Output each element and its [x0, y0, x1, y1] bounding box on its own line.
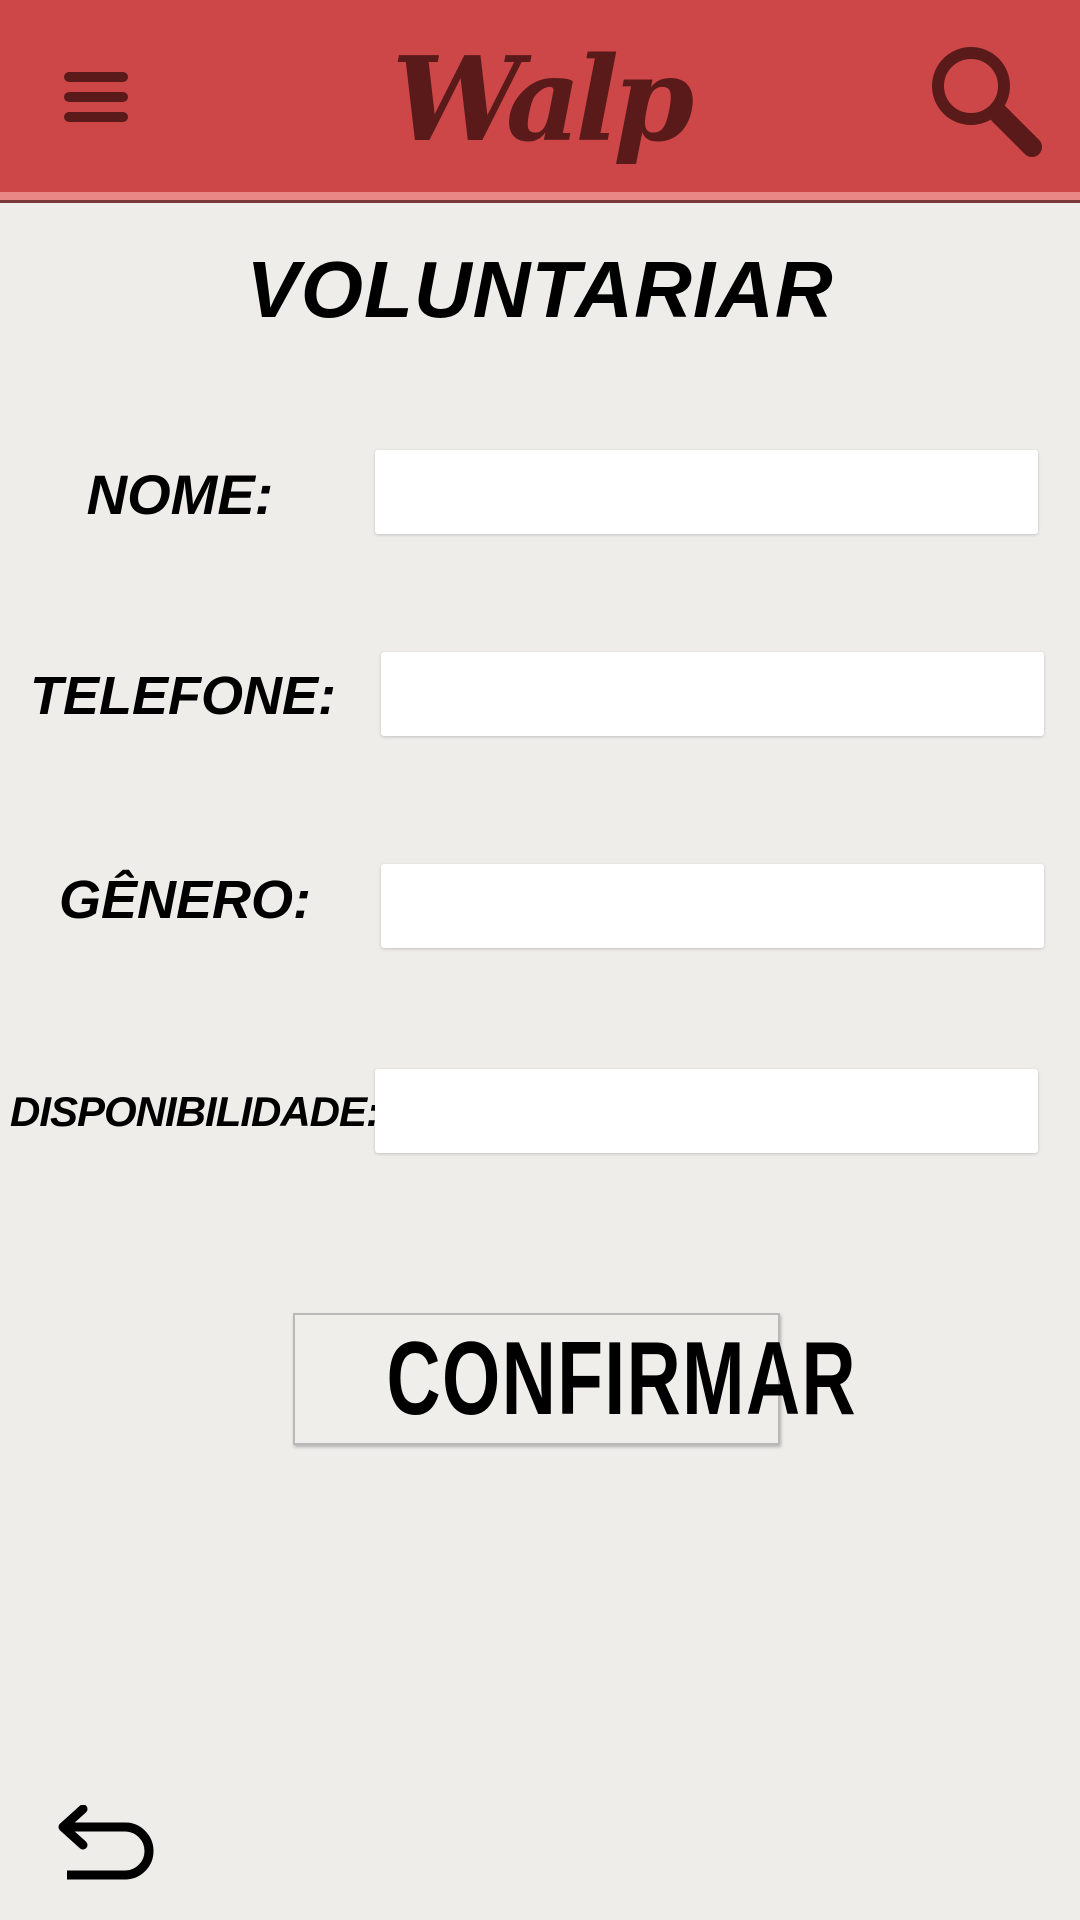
telefone-label: TELEFONE:	[30, 666, 336, 726]
volunteer-screen: Walp VOLUNTARIAR NOME: TELEFONE: GÊNERO:…	[0, 0, 1080, 1920]
back-arrow-icon-graphic	[58, 1804, 154, 1880]
menu-bar	[64, 72, 128, 82]
disponibilidade-input[interactable]	[375, 1069, 1038, 1153]
genero-input[interactable]	[381, 864, 1044, 948]
page-title: VOLUNTARIAR	[246, 245, 834, 334]
menu-bar	[64, 92, 128, 102]
disponibilidade-label: DISPONIBILIDADE:	[10, 1088, 380, 1135]
app-logo: Walp	[391, 32, 695, 168]
hamburger-menu-icon[interactable]	[62, 72, 132, 124]
confirm-button-label: CONFIRMAR	[386, 1321, 857, 1437]
telefone-input[interactable]	[381, 652, 1044, 736]
menu-bar	[64, 112, 128, 122]
nome-label: NOME:	[86, 463, 274, 526]
search-icon-graphic	[932, 47, 1042, 157]
genero-label: GÊNERO:	[58, 870, 312, 930]
back-arrow-icon[interactable]	[55, 1804, 155, 1885]
nome-input[interactable]	[375, 450, 1038, 534]
app-header: Walp	[0, 0, 1080, 200]
search-icon[interactable]	[925, 40, 1045, 160]
confirm-button[interactable]: CONFIRMAR	[293, 1313, 856, 1445]
